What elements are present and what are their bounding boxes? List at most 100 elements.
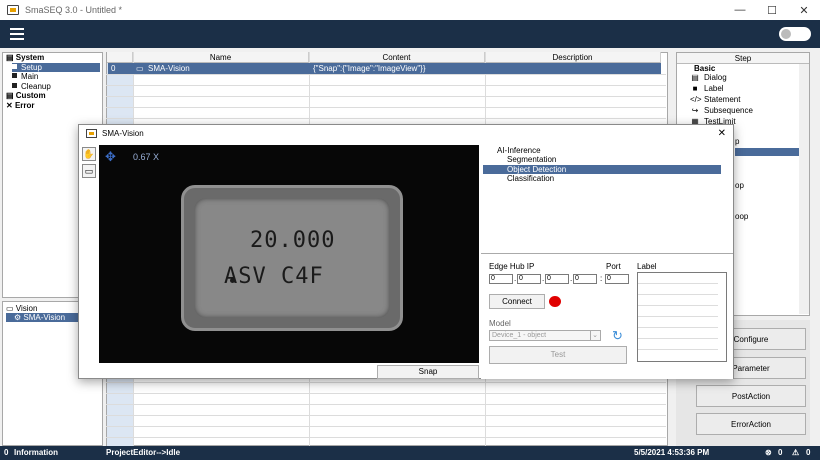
step-label-icon: ■ <box>692 84 698 93</box>
grid-row-line <box>106 118 666 119</box>
error-icon: ⊗ <box>765 448 772 457</box>
rectangle-tool-button[interactable]: ▭ <box>82 164 96 178</box>
grid-row-line <box>106 382 666 383</box>
connection-status-indicator <box>549 296 561 307</box>
model-select-value: Device_1 - object <box>492 332 547 339</box>
label-list-row-line <box>638 316 718 317</box>
step-item-label: Statement <box>704 95 741 104</box>
window-titlebar: SmaSEQ 3.0 - Untitled * — ☐ ✕ <box>0 0 820 20</box>
grid-row-line <box>106 96 666 97</box>
tree-item-error[interactable]: ✕ Error <box>6 101 35 110</box>
connection-panel: Edge Hub IP Port Label 0 . 0 . 0 . 0 : 0… <box>481 253 733 379</box>
app-logo-icon <box>7 5 19 15</box>
hand-tool-button[interactable]: ✋ <box>82 147 96 161</box>
ip-dot-1: . <box>514 274 517 283</box>
info-count: 0 <box>4 448 9 457</box>
label-list-label: Label <box>637 262 657 271</box>
step-item-label[interactable]: ■ Label <box>690 83 724 94</box>
error-count: 0 <box>778 448 783 457</box>
column-header-name[interactable]: Name <box>133 52 309 63</box>
grid-row-line <box>106 74 666 75</box>
pan-arrows-icon[interactable]: ✥ <box>105 149 125 165</box>
column-header-description[interactable]: Description <box>485 52 661 63</box>
step-item-subsequence[interactable]: ↪ Subsequence <box>690 105 753 116</box>
step-square-icon <box>12 63 17 69</box>
folder-icon: ▤ <box>6 53 16 62</box>
step-statement-icon: </> <box>690 95 702 104</box>
maximize-button[interactable]: ☐ <box>756 0 788 20</box>
edge-hub-ip-label: Edge Hub IP <box>489 262 535 271</box>
label-list-row-line <box>638 294 718 295</box>
connect-button[interactable]: Connect <box>489 294 545 309</box>
label-list-row-line <box>638 338 718 339</box>
chip-line-1: 20.000 <box>250 228 336 253</box>
grid-corner <box>107 52 133 63</box>
step-item-label: Label <box>704 84 724 93</box>
image-viewer[interactable]: ✥ 0.67 X 20.000 ASV C4F <box>99 145 479 363</box>
warning-count: 0 <box>806 448 811 457</box>
ip-octet-2[interactable]: 0 <box>517 274 541 284</box>
snap-button[interactable]: Snap <box>377 365 479 379</box>
test-button[interactable]: Test <box>489 346 627 364</box>
info-label[interactable]: Information <box>14 446 58 460</box>
dialog-close-button[interactable]: ✕ <box>718 125 726 143</box>
refresh-icon[interactable]: ↻ <box>612 328 623 344</box>
dialog-logo-icon <box>86 129 97 138</box>
step-item-statement[interactable]: </> Statement <box>690 94 740 105</box>
tree-item-cleanup[interactable]: Cleanup <box>12 82 51 91</box>
port-input[interactable]: 0 <box>605 274 629 284</box>
error-x-icon: ✕ <box>6 100 15 110</box>
tree-item-system[interactable]: ▤ System <box>6 53 44 62</box>
tree-item-custom[interactable]: ▤ Custom <box>6 91 46 100</box>
ip-octet-4[interactable]: 0 <box>573 274 597 284</box>
tree-item-main[interactable]: Main <box>12 72 38 81</box>
row-index: 0 <box>111 64 116 73</box>
step-item-label: Subsequence <box>704 106 753 115</box>
vision-tree-root[interactable]: ▭ Vision <box>6 304 37 313</box>
chevron-down-icon: ⌄ <box>590 331 599 340</box>
tree-item-label: Error <box>14 100 35 110</box>
ai-tree-item-segmentation[interactable]: Segmentation <box>483 155 721 164</box>
ai-tree-root[interactable]: AI-Inference <box>497 146 541 155</box>
label-list-row-line <box>638 283 718 284</box>
ip-octet-3[interactable]: 0 <box>545 274 569 284</box>
ip-dot-2: . <box>542 274 545 283</box>
postaction-button[interactable]: PostAction <box>696 385 806 407</box>
grid-row-line <box>106 107 666 108</box>
window-title: SmaSEQ 3.0 - Untitled * <box>25 5 123 15</box>
row-content: {"Snap":{"Image":"ImageView"}} <box>313 64 426 73</box>
label-list-row-line <box>638 349 718 350</box>
step-scrollbar[interactable] <box>799 64 809 314</box>
zoom-level: 0.67 X <box>133 152 160 162</box>
table-row[interactable]: 0 ▭ SMA-Vision {"Snap":{"Image":"ImageVi… <box>108 63 661 74</box>
step-partial-2: op <box>735 181 744 190</box>
status-datetime: 5/5/2021 4:53:36 PM <box>634 448 710 457</box>
erroraction-button[interactable]: ErrorAction <box>696 413 806 435</box>
menu-icon[interactable] <box>10 28 24 40</box>
model-select[interactable]: Device_1 - object ⌄ <box>489 330 601 341</box>
vision-tree-item-sma[interactable]: ⚙ SMA-Vision <box>6 313 80 322</box>
step-item-dialog[interactable]: ▤ Dialog <box>690 72 727 83</box>
top-toolbar <box>0 20 820 48</box>
label-list-row-line <box>638 305 718 306</box>
ip-octet-1[interactable]: 0 <box>489 274 513 284</box>
grid-row-line <box>106 426 666 427</box>
column-header-content[interactable]: Content <box>309 52 485 63</box>
port-label: Port <box>606 262 621 271</box>
tree-item-setup[interactable]: Setup <box>12 62 100 72</box>
ai-tree-item-classification[interactable]: Classification <box>483 174 721 183</box>
theme-toggle[interactable] <box>779 27 811 41</box>
step-square-icon <box>12 82 17 88</box>
close-button[interactable]: ✕ <box>788 0 820 20</box>
chip-dot <box>230 278 235 283</box>
step-item-label: Dialog <box>704 73 727 82</box>
sma-vision-dialog: SMA-Vision ✕ ✋ ▭ ✥ 0.67 X 20.000 ASV C4F… <box>78 124 734 379</box>
step-selected-row[interactable] <box>735 148 805 156</box>
grid-row-line <box>106 85 666 86</box>
grid-row-line <box>106 437 666 438</box>
chip-surface: 20.000 ASV C4F <box>194 198 390 318</box>
chip-line-2: ASV C4F <box>224 264 324 289</box>
ai-tree-item-object-detection[interactable]: Object Detection <box>483 164 721 174</box>
step-partial-3: oop <box>735 212 749 221</box>
minimize-button[interactable]: — <box>724 0 756 20</box>
